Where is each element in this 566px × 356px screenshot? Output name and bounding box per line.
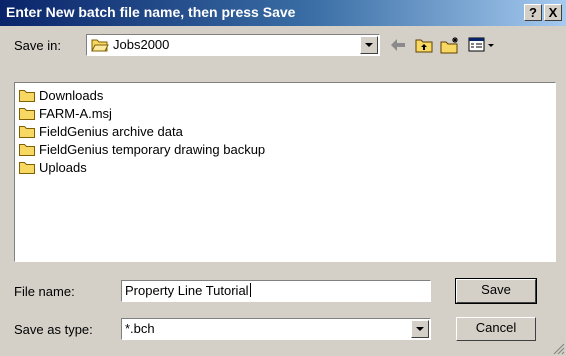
folder-icon [19,90,35,102]
list-item-label: Downloads [39,88,104,103]
title-bar[interactable]: Enter New batch file name, then press Sa… [0,0,566,26]
folder-icon [19,144,35,156]
open-folder-icon [91,39,109,52]
cancel-button[interactable]: Cancel [456,317,536,341]
folder-icon [19,162,35,174]
text-caret [249,283,251,297]
list-item-label: FARM-A.msj [39,106,112,121]
close-button[interactable]: X [544,4,562,21]
save-in-value: Jobs2000 [113,37,170,52]
save-as-type-dropdown[interactable]: *.bch [121,318,431,340]
file-name-value: Property Line Tutorial [125,283,249,298]
file-list[interactable]: Downloads FARM-A.msj FieldGenius archive… [14,82,556,262]
resize-grip-icon[interactable] [553,343,565,355]
save-in-dropdown-button[interactable] [360,36,378,54]
dialog-title: Enter New batch file name, then press Sa… [6,4,296,20]
list-item-label: Uploads [39,160,87,175]
save-as-type-dropdown-button[interactable] [411,320,429,338]
folder-icon [19,126,35,138]
back-icon[interactable] [388,36,408,54]
list-item-label: FieldGenius archive data [39,124,183,139]
list-item-label: FieldGenius temporary drawing backup [39,142,266,157]
save-dialog: Enter New batch file name, then press Sa… [0,0,566,356]
file-name-label: File name: [14,284,75,299]
save-button[interactable]: Save [455,278,537,304]
view-dropdown-icon[interactable] [486,36,496,54]
save-in-dropdown[interactable]: Jobs2000 [86,34,380,56]
folder-icon [19,108,35,120]
view-menu-icon[interactable] [468,36,488,54]
save-as-type-value: *.bch [125,321,155,336]
help-button[interactable]: ? [524,4,542,21]
new-folder-icon[interactable] [440,36,460,54]
up-one-level-icon[interactable] [414,36,434,54]
save-in-label: Save in: [14,38,61,53]
save-as-type-label: Save as type: [14,322,93,337]
file-name-input[interactable]: Property Line Tutorial [121,280,431,302]
